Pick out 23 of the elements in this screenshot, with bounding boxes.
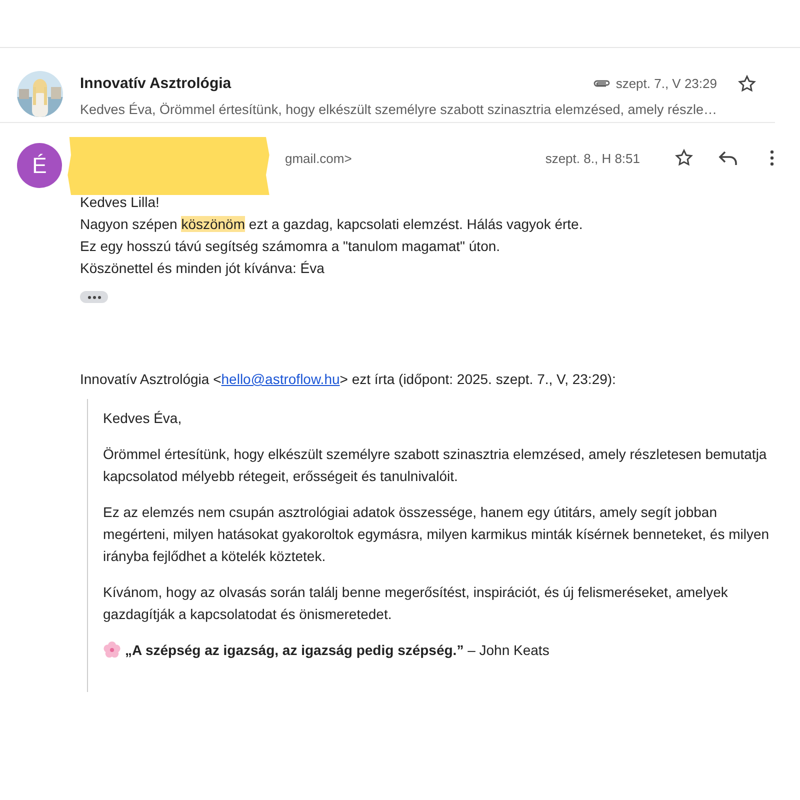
message-date: szept. 8., H 8:51 — [545, 150, 640, 166]
show-trimmed-button[interactable] — [80, 291, 108, 303]
more-icon — [770, 150, 774, 166]
avatar: É — [17, 143, 62, 188]
quote-text: „A szépség az igazság, az igazság pedig szépség.” – John Keats — [125, 641, 550, 660]
star-icon — [737, 74, 757, 94]
star-icon — [674, 148, 694, 168]
email-link[interactable]: hello@astroflow.hu — [221, 371, 340, 387]
message-line: Nagyon szépen köszönöm ezt a gazdag, kapcsolati elemzést. Hálás vagyok érte. — [80, 215, 584, 234]
sender-name: Innovatív Asztrológia — [80, 75, 232, 92]
quoted-paragraph: Kívánom, hogy az olvasás során találj benne megerősítést, inspirációt, és új felismeréseket, amelyek gazdagítják a kapcsolatodat és önismeretedet. — [103, 583, 729, 624]
quote-header: Innovatív Asztrológia <hello@astroflow.hu> ezt írta (időpont: 2025. szept. 7., V, 23:29): — [80, 371, 617, 387]
message-snippet: Kedves Éva, Örömmel értesítünk, hogy elkészült személyre szabott szinasztria elemzésed, amely részle… — [80, 102, 718, 116]
quoted-paragraph: Ez az elemzés nem csupán asztrológiai adatok összessége, hanem egy útitárs, amely segít jobban megérteni, milyen hatásokat gyakoroltok egymásra, milyen karmikus minták kísérnek benneteket, és milyen irányba fejlődhet a kötelék köztetek. — [103, 503, 770, 566]
sender-email: gmail.com> — [285, 150, 353, 166]
quoted-paragraph: Kedves Éva, — [103, 409, 183, 428]
message-line: Kedves Lilla! — [80, 193, 160, 212]
message-line: Köszönettel és minden jót kívánva: Éva — [80, 259, 326, 278]
quoted-paragraph: Örömmel értesítünk, hogy elkészült személyre szabott szinasztria elemzésed, amely részletesen bemutatja kapcsolatod mélyebb rétegeit, erősségeit és tanulnivalóit. — [103, 445, 768, 486]
message-date: szept. 7., V 23:29 — [616, 76, 717, 91]
message-line: Ez egy hosszú távú segítség számomra a "tanulom magamat" úton. — [80, 237, 502, 256]
reply-icon — [718, 150, 738, 166]
blossom-icon — [103, 641, 121, 659]
